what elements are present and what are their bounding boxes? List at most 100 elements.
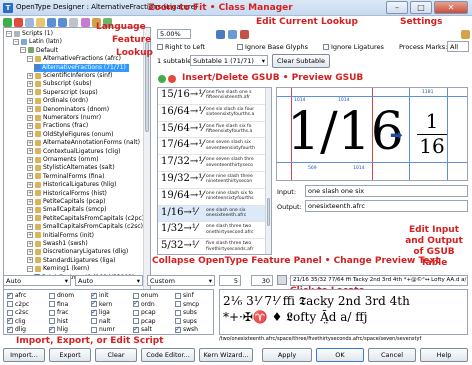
gsub-row[interactable]: 1/16→⅟ one slash one six onesixteenth.afr… xyxy=(158,205,266,223)
feature-mode-select[interactable]: Auto ▾ xyxy=(3,275,71,286)
feature-checkbox[interactable]: liga xyxy=(91,308,110,316)
checkbox[interactable] xyxy=(175,325,181,333)
zoom-field[interactable]: 5.00% xyxy=(157,29,191,39)
down-icon[interactable] xyxy=(58,18,68,27)
feature-checkbox[interactable]: c2pc xyxy=(7,301,29,308)
right-to-left-option[interactable]: Right to Left xyxy=(157,43,205,51)
clear-button[interactable]: Clear xyxy=(95,348,137,362)
expander-icon[interactable]: + xyxy=(27,114,33,121)
checkbox[interactable] xyxy=(7,301,13,308)
feature-checkbox[interactable]: smcp xyxy=(175,301,199,308)
close-button[interactable]: ✕ xyxy=(434,1,468,14)
checkbox[interactable] xyxy=(133,318,139,325)
gsub-list-scrollbar[interactable] xyxy=(265,88,271,254)
checkbox[interactable] xyxy=(133,325,139,333)
expander-icon[interactable]: + xyxy=(27,223,33,230)
ignore-base-checkbox[interactable] xyxy=(237,44,243,50)
expander-icon[interactable]: − xyxy=(20,47,26,54)
tree-item[interactable]: + Subscript (subs) xyxy=(27,80,95,88)
expander-icon[interactable]: − xyxy=(13,38,19,45)
copy-icon[interactable] xyxy=(25,18,35,27)
expander-icon[interactable]: + xyxy=(27,181,33,188)
output-field[interactable]: onesixteenth.afrc xyxy=(305,200,468,212)
feature-checkbox[interactable]: fina xyxy=(49,301,68,308)
expander-icon[interactable]: + xyxy=(27,80,33,87)
ignore-ligatures-option[interactable]: Ignore Ligatures xyxy=(323,43,384,51)
tree-item[interactable]: + PetiteCapitals (pcap) xyxy=(27,198,109,206)
feature-checkbox[interactable]: hlig xyxy=(49,325,68,333)
right-to-left-checkbox[interactable] xyxy=(157,44,163,50)
expander-icon[interactable]: + xyxy=(27,131,33,138)
lookup-icon[interactable] xyxy=(80,18,90,27)
feature-checkbox[interactable]: nalt xyxy=(91,318,111,325)
gsub-list[interactable]: 15/16→⅟ one five slash one s fifteensixte… xyxy=(157,87,272,255)
tree-item[interactable]: + PetiteCapitalsFromCapitals (c2pc) xyxy=(27,215,147,223)
checkbox[interactable] xyxy=(49,318,55,325)
expander-icon[interactable]: − xyxy=(27,265,33,272)
feature-checkbox[interactable]: dlig xyxy=(7,325,26,333)
gsub-row[interactable]: 17/64→⅟ one seven slash six seventeensixt… xyxy=(158,138,266,156)
checkbox[interactable] xyxy=(49,325,55,333)
edit-lookup-icon[interactable] xyxy=(240,30,249,39)
expander-icon[interactable]: + xyxy=(27,257,33,264)
checkbox[interactable] xyxy=(175,318,181,325)
feature-checkbox[interactable]: pcap xyxy=(133,309,156,316)
clear-subtable-button[interactable]: Clear Subtable xyxy=(272,54,330,68)
tree-item[interactable]: + StylisticAlternates (salt) xyxy=(27,164,118,172)
zoom-fit-icon[interactable] xyxy=(216,30,225,39)
tree-item[interactable]: − Scripts (1) xyxy=(6,30,56,38)
feature-tree[interactable]: − Scripts (1) − Latin (latn) − Default − Altern… xyxy=(3,27,151,299)
language-select[interactable]: Custom ▾ xyxy=(147,275,215,286)
feature-checkbox[interactable]: frac xyxy=(49,309,69,316)
gsub-row[interactable]: 5/32→⅟ five slash three two fivethirtysec… xyxy=(158,239,266,254)
checkbox[interactable] xyxy=(7,309,13,316)
tree-item[interactable]: + ScientificInferiors (sinf) xyxy=(27,72,115,80)
settings-icon[interactable] xyxy=(461,30,470,39)
tree-item[interactable]: + SmallCapitalsFromCapitals (c2sc) xyxy=(27,223,146,231)
gsub-row[interactable]: 19/32→⅟ one nine slash three nineteenthir… xyxy=(158,172,266,189)
checkbox[interactable] xyxy=(175,301,181,308)
insert-gsub-icon[interactable] xyxy=(158,75,166,83)
checkbox[interactable] xyxy=(133,299,139,308)
feature-checkbox[interactable]: sinf xyxy=(175,292,194,299)
checkbox[interactable] xyxy=(49,292,55,299)
apply-button[interactable]: Apply xyxy=(262,348,312,362)
feature-checkbox[interactable]: kern xyxy=(91,299,112,308)
expander-icon[interactable]: − xyxy=(27,55,33,62)
feature-checkbox[interactable]: sups xyxy=(175,318,197,325)
expander-icon[interactable]: + xyxy=(27,164,33,171)
cancel-button[interactable]: Cancel xyxy=(368,348,416,362)
feature-checkbox[interactable]: salt xyxy=(133,325,152,333)
expander-icon[interactable]: + xyxy=(27,173,33,180)
checkbox[interactable] xyxy=(91,326,97,333)
tree-item[interactable]: + Denominators (dnom) xyxy=(27,106,112,114)
gsub-row[interactable]: 16/64→⅟ one six slash six four sixteensix… xyxy=(158,105,266,122)
feature-checkbox[interactable]: ordn xyxy=(133,299,155,308)
expander-icon[interactable]: + xyxy=(27,97,33,104)
up-icon[interactable] xyxy=(47,18,57,27)
feature-checkbox[interactable]: pcap xyxy=(133,318,156,325)
checkbox[interactable] xyxy=(175,309,181,316)
tree-scrollbar[interactable] xyxy=(143,28,150,298)
tree-item[interactable]: + Ordinals (ordn) xyxy=(27,97,91,105)
help-button[interactable]: Help xyxy=(420,348,468,362)
gsub-row[interactable]: 17/32→⅟ one seven slash thre seventeenthi… xyxy=(158,155,266,172)
delete-icon[interactable] xyxy=(14,18,24,27)
expander-icon[interactable]: + xyxy=(27,232,33,239)
tree-item[interactable]: + InitialForms (init) xyxy=(27,232,97,240)
ignore-ligatures-checkbox[interactable] xyxy=(323,44,329,50)
feature-checkbox[interactable]: init xyxy=(91,291,109,299)
gsub-row[interactable]: 15/16→⅟ one five slash one s fifteensixte… xyxy=(158,88,266,105)
feature-checkbox[interactable]: dnom xyxy=(49,292,74,299)
checkbox[interactable] xyxy=(91,291,97,299)
gsub-row[interactable]: 19/64→⅟ one nine slash six fo nineteensix… xyxy=(158,189,266,206)
expander-icon[interactable]: + xyxy=(27,198,33,205)
checkbox[interactable] xyxy=(7,291,13,299)
tree-item[interactable]: − AlternativeFractions (afrc) xyxy=(27,55,124,63)
tree-item[interactable]: − Kerning1 (kern) xyxy=(27,265,92,273)
ok-button[interactable]: OK xyxy=(316,348,364,362)
expander-icon[interactable]: + xyxy=(27,148,33,155)
code-editor-button[interactable]: Code Editor... xyxy=(141,348,195,362)
expander-icon[interactable]: + xyxy=(27,190,33,197)
add-icon[interactable] xyxy=(3,18,12,27)
